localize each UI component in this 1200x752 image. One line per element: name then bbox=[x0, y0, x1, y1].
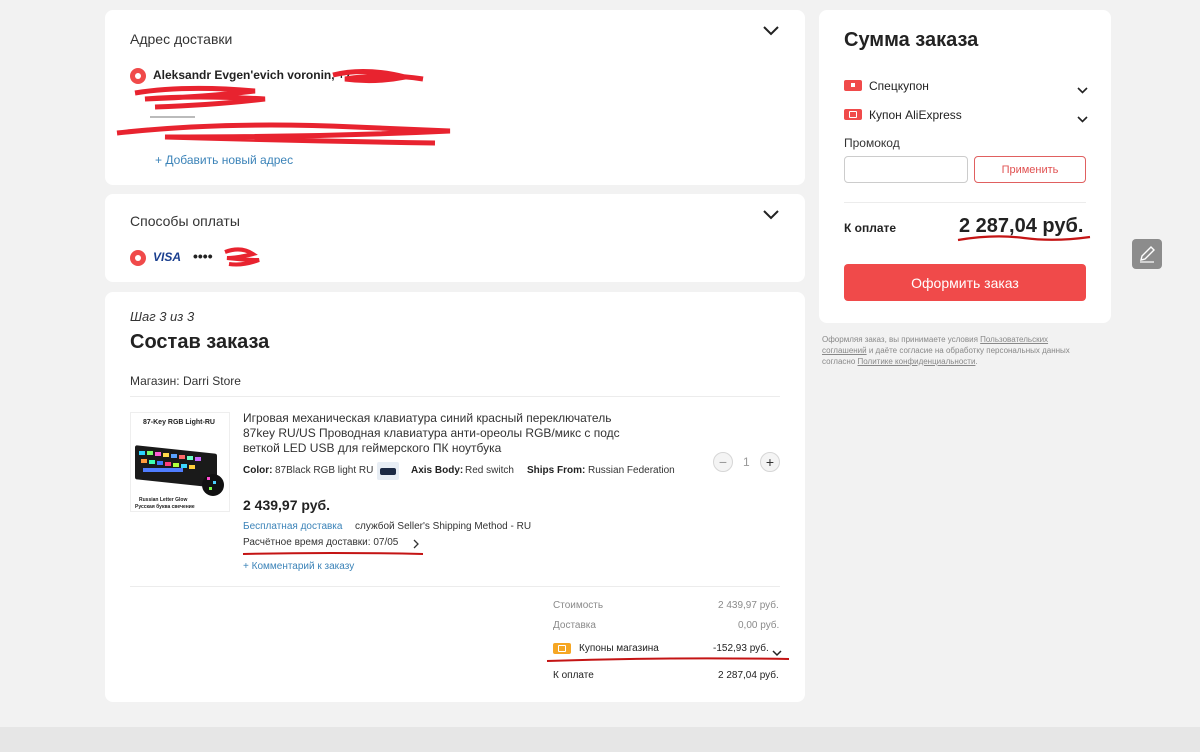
redaction-scribble bbox=[224, 247, 260, 267]
card-mask: •••• bbox=[193, 248, 213, 264]
chevron-down-icon[interactable] bbox=[1077, 81, 1088, 99]
color-label: Color: bbox=[243, 465, 273, 476]
cost-label: Стоимость bbox=[553, 600, 604, 611]
coupon-icon bbox=[553, 643, 571, 654]
total-label: К оплате bbox=[553, 670, 594, 681]
special-coupon-icon bbox=[844, 80, 862, 91]
plus-icon[interactable]: + bbox=[760, 452, 780, 472]
payment-title: Способы оплаты bbox=[130, 213, 240, 229]
delivery-address-card: Адрес доставки Aleksandr Evgen'evich vor… bbox=[105, 10, 805, 185]
axis-value: Red switch bbox=[465, 465, 514, 476]
ships-value: Russian Federation bbox=[588, 465, 675, 476]
product-image-caption-ru: Русская буква свечение bbox=[135, 504, 195, 510]
product-title-line[interactable]: веткой LED USB для геймерского ПК ноутбу… bbox=[243, 441, 501, 455]
product-title-line[interactable]: 87key RU/US Проводная клавиатура анти-ор… bbox=[243, 426, 620, 440]
place-order-button[interactable]: Оформить заказ bbox=[844, 264, 1086, 301]
store-coupons-value: -152,93 руб. bbox=[713, 643, 769, 654]
delivery-cost-value: 0,00 руб. bbox=[738, 620, 780, 631]
order-summary-card: Сумма заказа Спецкупон Купон AliExpress … bbox=[819, 10, 1111, 323]
underline-annotation bbox=[546, 657, 790, 662]
minus-icon[interactable]: − bbox=[713, 452, 733, 472]
delivery-title: Адрес доставки bbox=[130, 31, 233, 47]
product-image[interactable]: 87-Key RGB Light-RU Russian Letter Glow … bbox=[130, 412, 230, 512]
keyboard-picture bbox=[135, 445, 224, 496]
add-comment-link[interactable]: + Комментарий к заказу bbox=[243, 561, 354, 572]
axis-label: Axis Body: bbox=[411, 465, 464, 476]
divider bbox=[130, 586, 780, 587]
delivery-estimate[interactable]: Расчётное время доставки: 07/05 bbox=[243, 537, 398, 548]
delivery-cost-label: Доставка bbox=[553, 620, 596, 631]
chevron-down-icon[interactable] bbox=[1077, 110, 1088, 128]
chevron-down-icon[interactable] bbox=[762, 209, 780, 221]
redaction-scribble bbox=[116, 68, 451, 146]
cost-value: 2 439,97 руб. bbox=[718, 600, 779, 611]
store-coupons-label[interactable]: Купоны магазина bbox=[579, 643, 659, 654]
payment-card: Способы оплаты VISA •••• bbox=[105, 194, 805, 282]
privacy-policy-link[interactable]: Политике конфиденциальности bbox=[858, 357, 976, 366]
legal-text-part: согласно bbox=[822, 357, 858, 366]
page-footer-bar bbox=[0, 727, 1200, 752]
order-title: Состав заказа bbox=[130, 331, 270, 353]
color-thumbnail bbox=[377, 462, 399, 480]
aliexpress-coupon-icon bbox=[844, 109, 862, 120]
special-coupon-label[interactable]: Спецкупон bbox=[869, 79, 929, 93]
visa-logo: VISA bbox=[153, 250, 182, 264]
store-name: Магазин: Darri Store bbox=[130, 374, 241, 388]
legal-text-part: . bbox=[975, 357, 978, 366]
promo-code-input[interactable] bbox=[844, 156, 968, 183]
step-indicator: Шаг 3 из 3 bbox=[130, 309, 195, 324]
apply-promo-button[interactable]: Применить bbox=[974, 156, 1086, 183]
total-value: 2 287,04 руб. bbox=[718, 670, 779, 681]
sidebar-total-label: К оплате bbox=[844, 221, 897, 235]
product-title-line[interactable]: Игровая механическая клавиатура синий кр… bbox=[243, 411, 611, 425]
aliexpress-coupon-label[interactable]: Купон AliExpress bbox=[869, 108, 962, 122]
product-image-title: 87-Key RGB Light-RU bbox=[143, 419, 215, 426]
payment-radio-selected[interactable] bbox=[130, 250, 146, 266]
free-shipping-link[interactable]: Бесплатная доставка bbox=[243, 521, 342, 532]
color-value: 87Black RGB light RU bbox=[275, 465, 374, 476]
shipping-method: службой Seller's Shipping Method - RU bbox=[355, 521, 532, 532]
product-price: 2 439,97 руб. bbox=[243, 497, 331, 513]
legal-text-part: Оформляя заказ, вы принимаете условия bbox=[822, 335, 981, 344]
edit-icon[interactable] bbox=[1132, 239, 1162, 269]
legal-text: Оформляя заказ, вы принимаете условия По… bbox=[822, 334, 1070, 367]
legal-text-part: и даёте согласие на обработку персональн… bbox=[866, 346, 1070, 355]
underline-annotation bbox=[242, 552, 424, 555]
quantity-value[interactable]: 1 bbox=[743, 455, 750, 469]
ships-label: Ships From: bbox=[527, 465, 586, 476]
divider bbox=[844, 202, 1086, 203]
divider bbox=[130, 396, 780, 397]
add-address-link[interactable]: + Добавить новый адрес bbox=[155, 153, 293, 167]
summary-title: Сумма заказа bbox=[844, 29, 979, 51]
user-agreement-link[interactable]: Пользовательских bbox=[980, 335, 1048, 344]
underline-annotation bbox=[957, 235, 1091, 242]
product-image-caption: Russian Letter Glow bbox=[139, 497, 188, 503]
promo-label: Промокод bbox=[844, 136, 900, 150]
order-card: Шаг 3 из 3 Состав заказа Магазин: Darri … bbox=[105, 292, 805, 702]
user-agreement-link[interactable]: соглашений bbox=[822, 346, 867, 355]
chevron-down-icon[interactable] bbox=[762, 25, 780, 37]
